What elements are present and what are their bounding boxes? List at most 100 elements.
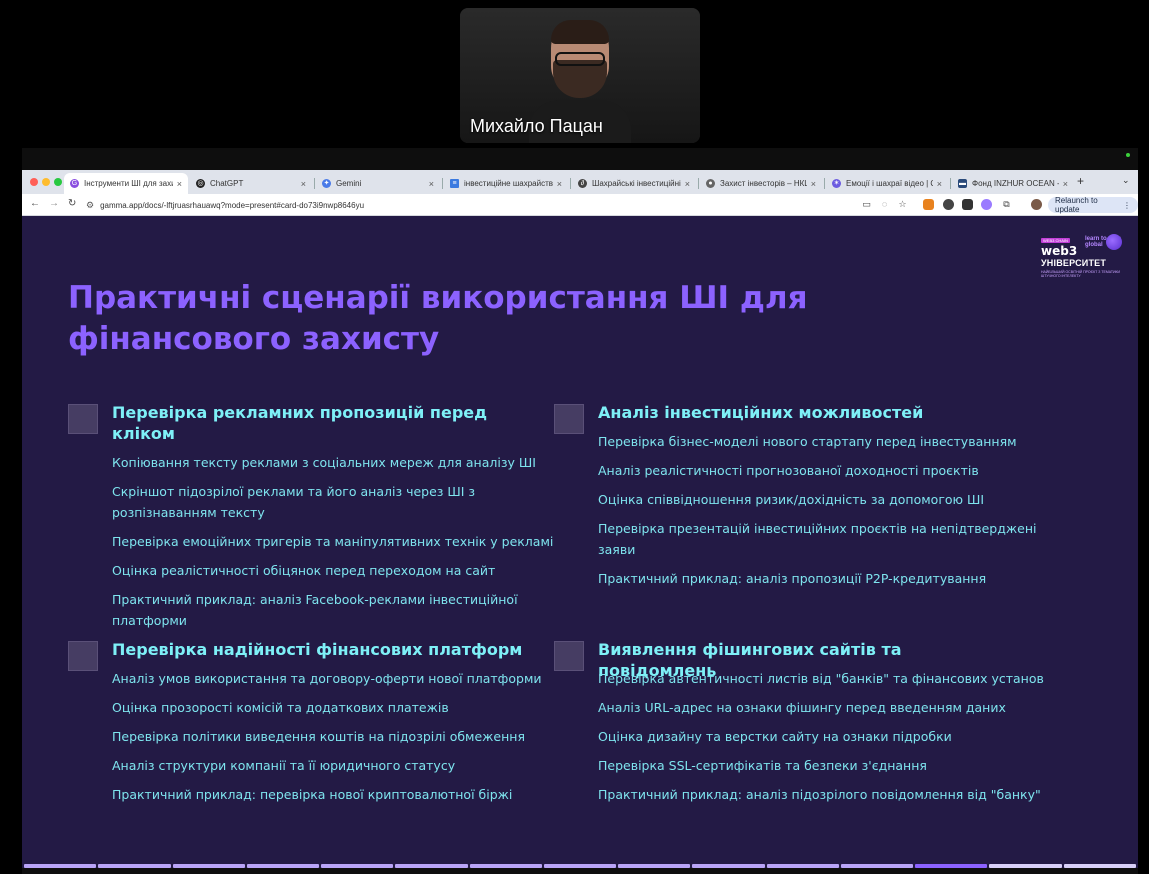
progress-segment[interactable] — [98, 864, 171, 868]
progress-segment[interactable] — [321, 864, 394, 868]
zoom-window-icon[interactable] — [54, 178, 62, 186]
new-tab-button[interactable]: + — [1077, 174, 1084, 188]
site-icon: ▬ — [958, 179, 967, 188]
tab-divider — [442, 178, 443, 189]
globe-icon: ● — [706, 179, 715, 188]
tab-divider — [950, 178, 951, 189]
tab-label: Фонд INZHUR OCEAN - інж — [972, 179, 1059, 188]
logo-university: УНІВЕРСИТЕТ — [1041, 258, 1107, 268]
close-icon[interactable]: × — [557, 179, 562, 189]
progress-segment[interactable] — [246, 864, 320, 868]
progress-segment[interactable] — [915, 864, 988, 868]
eye-off-icon[interactable]: ◌ — [879, 199, 890, 210]
minimize-window-icon[interactable] — [42, 178, 50, 186]
list-item: Аналіз реалістичності прогнозованої дохо… — [598, 463, 979, 478]
relaunch-label: Relaunch to update — [1055, 196, 1098, 214]
list-item: Аналіз структури компанії та її юридично… — [112, 758, 456, 773]
close-icon[interactable]: × — [811, 179, 816, 189]
relaunch-button[interactable]: Relaunch to update ⋮ — [1048, 196, 1138, 214]
progress-segment[interactable] — [840, 864, 914, 868]
progress-segment[interactable] — [989, 864, 1062, 868]
close-icon[interactable]: × — [937, 179, 942, 189]
tab-divider — [824, 178, 825, 189]
tab-label: Gemini — [336, 179, 362, 188]
section-icon-placeholder — [68, 641, 98, 671]
install-app-icon[interactable]: ▭ — [861, 199, 872, 210]
tab-search-button[interactable]: ⌄ — [1122, 175, 1130, 186]
list-item: Оцінка співвідношення ризик/дохідність з… — [598, 492, 985, 507]
list-item: Перевірка емоційних тригерів та маніпуля… — [112, 534, 554, 549]
tab-qwen[interactable]: ✶ Емоції і шахраї відео | Qwen × — [826, 173, 948, 194]
list-item: Практичний приклад: перевірка нової крип… — [112, 787, 513, 802]
section-title: Перевірка надійності фінансових платформ — [112, 640, 523, 659]
tab-divider — [570, 178, 571, 189]
reload-icon[interactable]: ↻ — [68, 198, 76, 209]
close-icon[interactable]: × — [1063, 179, 1068, 189]
close-icon[interactable]: × — [685, 179, 690, 189]
site-settings-icon[interactable]: ⚙ — [86, 200, 94, 211]
close-icon[interactable]: × — [177, 179, 182, 189]
section-title: Перевірка рекламних пропозицій перед клі… — [112, 403, 488, 443]
extension-icon[interactable] — [962, 199, 973, 210]
list-item: Оцінка дизайну та верстки сайту на ознак… — [598, 729, 952, 744]
progress-segment[interactable] — [469, 864, 542, 868]
qwen-icon: ✶ — [832, 179, 841, 188]
tab-label: інвестиційне шахрайство і — [464, 179, 553, 188]
list-item: Перевірка презентацій інвестиційних проє… — [598, 521, 1037, 557]
chatgpt-icon: ◎ — [196, 179, 205, 188]
section-title: Аналіз інвестиційних можливостей — [598, 403, 924, 422]
docs-icon: ≡ — [450, 179, 459, 188]
list-item: Аналіз URL-адрес на ознаки фішингу перед… — [598, 700, 1006, 715]
tab-inzhur-ocean[interactable]: ▬ Фонд INZHUR OCEAN - інж × — [952, 173, 1074, 194]
list-item: Перевірка SSL-сертифікатів та безпеки з'… — [598, 758, 927, 773]
extensions-puzzle-icon[interactable]: ⧉ — [1001, 199, 1012, 210]
list-item: Скріншот підозрілої реклами та його анал… — [112, 484, 476, 520]
extension-icon[interactable] — [981, 199, 992, 210]
address-bar[interactable]: ⚙ gamma.app/docs/-lftjruasrhauawq?mode=p… — [86, 197, 876, 213]
more-vertical-icon[interactable]: ⋮ — [1123, 201, 1131, 210]
tab-label: Інструменти ШІ для захисту — [84, 179, 173, 188]
progress-segment[interactable] — [618, 864, 691, 868]
tab-label: Шахрайські інвестиційні схе — [592, 179, 681, 188]
extension-icon[interactable] — [943, 199, 954, 210]
progress-segment[interactable] — [24, 864, 97, 868]
progress-segment[interactable] — [395, 864, 468, 868]
link-icon: ∂ — [578, 179, 587, 188]
back-arrow-icon[interactable]: ← — [30, 198, 40, 209]
gamma-icon: G — [70, 179, 79, 188]
list-item: Практичний приклад: аналіз Facebook-рекл… — [112, 592, 518, 628]
section-icon-placeholder — [554, 641, 584, 671]
section-icon-placeholder — [68, 404, 98, 434]
list-item: Практичний приклад: аналіз пропозиції P2… — [598, 571, 987, 586]
close-window-icon[interactable] — [30, 178, 38, 186]
tab-label: ChatGPT — [210, 179, 244, 188]
tab-nkcpfr[interactable]: ● Захист інвесторів – НКЦПФ × — [700, 173, 822, 194]
progress-segment[interactable] — [692, 864, 765, 868]
close-icon[interactable]: × — [301, 179, 306, 189]
tab-chatgpt[interactable]: ◎ ChatGPT × — [190, 173, 312, 194]
participant-name: Михайло Пацан — [470, 116, 603, 136]
progress-segment[interactable] — [172, 864, 245, 868]
participant-video-tile[interactable]: Михайло Пацан — [460, 8, 700, 143]
tab-gemini[interactable]: ✦ Gemini × — [316, 173, 440, 194]
progress-segment[interactable] — [766, 864, 839, 868]
logo-badge: WEB3 CHAIN — [1041, 238, 1070, 243]
tab-divider — [698, 178, 699, 189]
presentation-slide: WEB3 CHAIN web3 learn to earn global УНІ… — [22, 216, 1138, 868]
metamask-extension-icon[interactable] — [923, 199, 934, 210]
list-item: Оцінка реалістичності обіцянок перед пер… — [112, 563, 496, 578]
tab-gamma[interactable]: G Інструменти ШІ для захисту × — [64, 173, 188, 194]
slide-progress-bar[interactable] — [24, 864, 1136, 868]
tab-google-doc[interactable]: ≡ інвестиційне шахрайство і × — [444, 173, 568, 194]
progress-segment[interactable] — [1063, 864, 1136, 868]
profile-avatar[interactable] — [1031, 199, 1042, 210]
shared-screen: G Інструменти ШІ для захисту × ◎ ChatGPT… — [22, 148, 1138, 874]
tab-fraud-schemes[interactable]: ∂ Шахрайські інвестиційні схе × — [572, 173, 696, 194]
close-icon[interactable]: × — [429, 179, 434, 189]
browser-tabstrip: G Інструменти ШІ для захисту × ◎ ChatGPT… — [22, 170, 1138, 194]
progress-segment[interactable] — [543, 864, 617, 868]
forward-arrow-icon[interactable]: → — [49, 198, 59, 209]
sharing-indicator-icon — [1126, 153, 1130, 157]
tab-label: Емоції і шахраї відео | Qwen — [846, 179, 933, 188]
bookmark-star-icon[interactable]: ☆ — [897, 199, 908, 210]
